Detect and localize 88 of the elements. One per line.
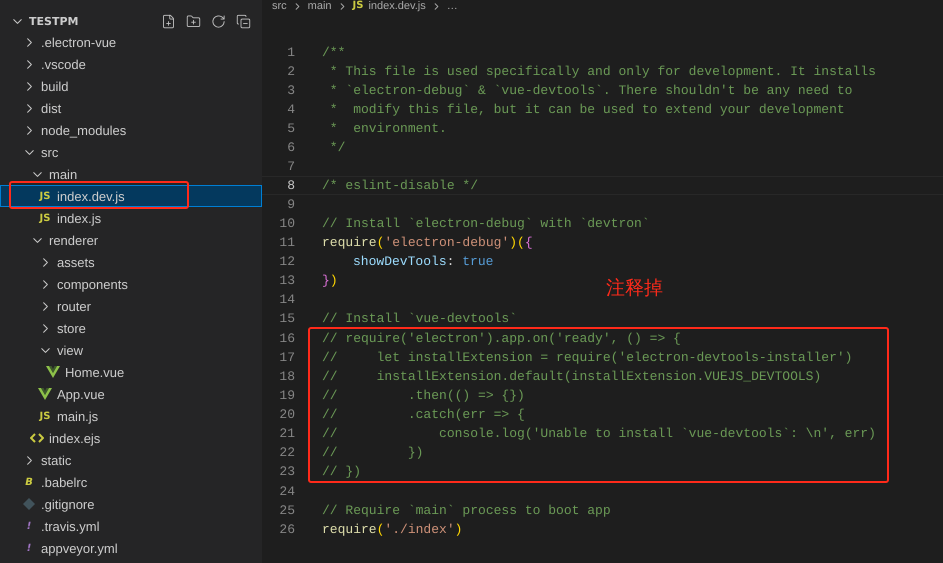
folder-item[interactable]: main: [0, 163, 262, 185]
code-text: }): [322, 273, 338, 288]
line-number: 8: [286, 178, 295, 193]
folder-item[interactable]: .electron-vue: [0, 31, 262, 53]
line-number: 26: [278, 522, 295, 537]
line-number: 23: [278, 464, 295, 479]
js-file-icon: JS: [40, 212, 50, 224]
line-number: 21: [278, 426, 295, 441]
folder-item[interactable]: node_modules: [0, 119, 262, 141]
folder-item[interactable]: store: [0, 317, 262, 339]
file-item[interactable]: App.vue: [0, 383, 262, 405]
babel-file-icon: B: [25, 476, 33, 488]
code-text: // installExtension.default(installExtension.VUEJS_DEVTOOLS): [322, 369, 822, 384]
line-number: 20: [278, 407, 295, 422]
line-number: 3: [286, 83, 295, 98]
line-number: 11: [278, 235, 295, 250]
line-number: 10: [278, 216, 295, 231]
exclamation-icon: !: [26, 542, 32, 554]
code-text: /**: [322, 45, 346, 60]
breadcrumb-item[interactable]: main: [308, 0, 332, 12]
exclamation-icon: !: [26, 520, 32, 532]
js-file-icon: JS: [40, 410, 50, 422]
folder-item[interactable]: .vscode: [0, 53, 262, 75]
code-text: * `electron-debug` & `vue-devtools`. There shouldn't be any need to: [328, 83, 852, 98]
file-item[interactable]: JS index.js: [0, 207, 262, 229]
code-text: // let installExtension = require('electron-devtools-installer'): [322, 350, 852, 365]
annotation-note: 注释掉: [606, 276, 663, 301]
line-number: 18: [278, 369, 295, 384]
code-text: // require('electron').app.on('ready', () => {: [322, 331, 681, 346]
line-number: 17: [278, 350, 295, 365]
line-number: 16: [278, 331, 295, 346]
file-item[interactable]: B .babelrc: [0, 471, 262, 493]
code-text: /* eslint-disable */: [322, 178, 478, 193]
folder-item[interactable]: view: [0, 339, 262, 361]
line-number: 1: [286, 45, 295, 60]
file-item[interactable]: .gitignore: [0, 493, 262, 515]
vue-file-icon: [38, 388, 52, 400]
folder-item[interactable]: build: [0, 75, 262, 97]
line-number: 19: [278, 388, 295, 403]
code-text: // .catch(err => {: [322, 407, 525, 422]
code-text: // }): [322, 464, 362, 479]
line-number: 7: [286, 159, 295, 174]
explorer-title: TESTPM: [29, 14, 80, 28]
line-number: 2: [286, 64, 295, 79]
code-text: // Install `electron-debug` with `devtron`: [322, 216, 650, 231]
code-text: // Install `vue-devtools`: [322, 311, 518, 326]
file-item[interactable]: ! appveyor.yml: [0, 537, 262, 559]
line-number: 15: [278, 311, 295, 326]
folder-item[interactable]: renderer: [0, 229, 262, 251]
folder-item[interactable]: assets: [0, 251, 262, 273]
code-text: // }): [322, 445, 424, 460]
file-item[interactable]: ! .travis.yml: [0, 515, 262, 537]
code-text: require('electron-debug')({: [322, 235, 533, 250]
code-text: * This file is used specifically and only for development. It installs: [328, 64, 876, 79]
vue-file-icon: [46, 366, 60, 378]
line-number: 14: [278, 292, 295, 307]
folder-item[interactable]: src: [0, 141, 262, 163]
code-text: */: [328, 140, 346, 155]
line-number: 9: [286, 197, 295, 212]
breadcrumb-item[interactable]: …: [446, 0, 458, 12]
line-number: 25: [278, 503, 295, 518]
diamond-icon: [23, 498, 35, 510]
line-number: 4: [286, 102, 295, 117]
folder-item[interactable]: components: [0, 273, 262, 295]
js-file-icon: JS: [352, 0, 364, 12]
breadcrumb-item[interactable]: src: [272, 0, 287, 12]
line-number: 24: [278, 484, 295, 499]
code-text: // console.log('Unable to install `vue-devtools`: \n', err): [322, 426, 876, 441]
line-number: 5: [286, 121, 295, 136]
code-text: showDevTools: true: [352, 254, 494, 269]
code-text: // Require `main` process to boot app: [322, 503, 611, 518]
folder-item[interactable]: dist: [0, 97, 262, 119]
line-number: 6: [286, 140, 295, 155]
line-number: 13: [278, 273, 295, 288]
file-item[interactable]: JS main.js: [0, 405, 262, 427]
js-file-icon: JS: [40, 190, 50, 202]
code-text: // .then(() => {}): [322, 388, 525, 403]
file-item[interactable]: index.ejs: [0, 427, 262, 449]
line-number: 22: [278, 445, 295, 460]
code-brackets-icon: [30, 433, 44, 443]
line-number: 12: [278, 254, 295, 269]
file-item[interactable]: Home.vue: [0, 361, 262, 383]
breadcrumb-item[interactable]: index.dev.js: [368, 0, 426, 12]
folder-item[interactable]: router: [0, 295, 262, 317]
code-text: require('./index'): [322, 522, 462, 537]
folder-item[interactable]: static: [0, 449, 262, 471]
code-text: * modify this file, but it can be used to extend your development: [328, 102, 845, 117]
code-text: * environment.: [328, 121, 447, 136]
